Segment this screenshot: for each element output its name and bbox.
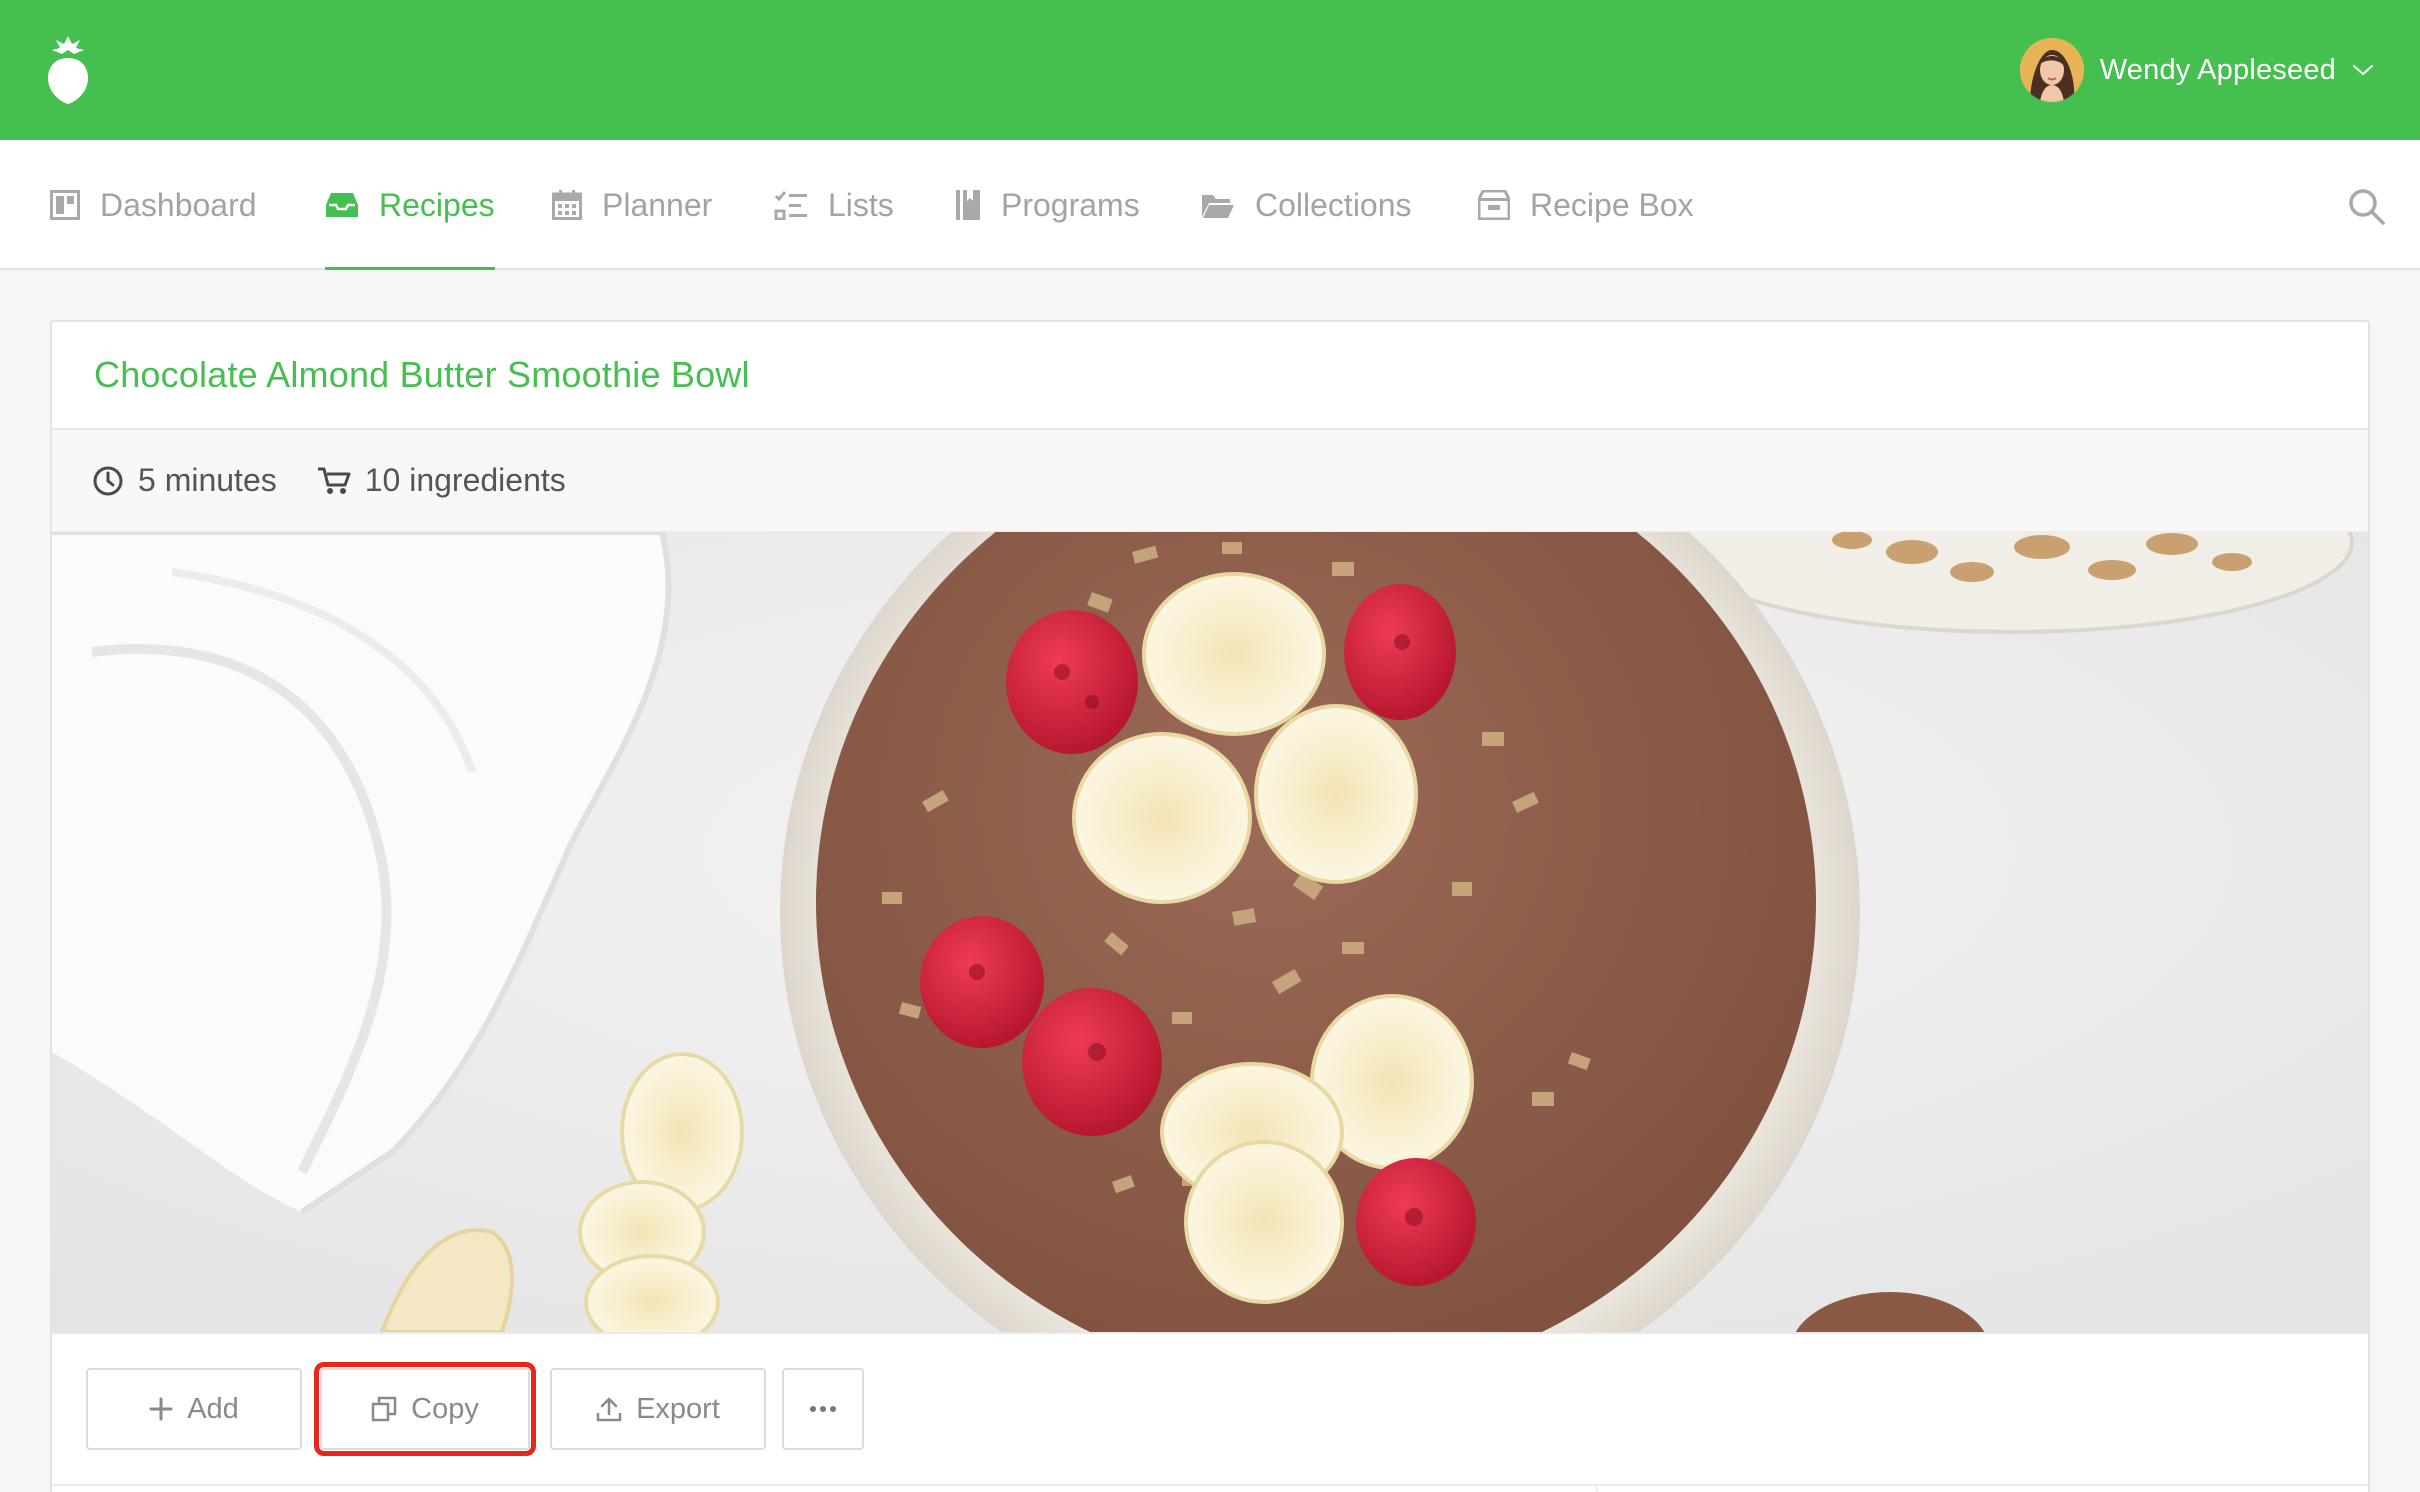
search-icon[interactable] <box>2346 186 2386 226</box>
nav-item-label: Recipes <box>379 186 495 223</box>
book-icon <box>956 190 980 220</box>
nav-item-lists[interactable]: Lists <box>774 140 894 270</box>
top-bar: Wendy Appleseed <box>0 0 2420 140</box>
folder-icon <box>1202 195 1234 218</box>
add-button-label: Add <box>187 1392 239 1425</box>
smoothie-bowl-photo <box>52 532 2368 1332</box>
nav-item-dashboard[interactable]: Dashboard <box>50 140 257 270</box>
copy-icon <box>371 1396 397 1422</box>
recipe-meta-bar: 5 minutes 10 ingredients <box>52 430 2368 532</box>
recipe-card: Chocolate Almond Butter Smoothie Bowl 5 … <box>50 320 2370 1492</box>
plus-icon <box>149 1397 173 1421</box>
nav-item-label: Dashboard <box>100 186 257 223</box>
recipe-time: 5 minutes <box>92 462 277 499</box>
recipes-tray-icon <box>326 193 358 217</box>
more-options-button[interactable] <box>782 1368 864 1450</box>
nav-item-programs[interactable]: Programs <box>955 140 1140 270</box>
strawberry-logo-icon[interactable] <box>46 34 90 106</box>
nav-item-label: Recipe Box <box>1530 186 1694 223</box>
nav-item-label: Planner <box>602 186 713 223</box>
export-button-label: Export <box>636 1392 720 1425</box>
export-button[interactable]: Export <box>550 1368 766 1450</box>
clock-icon <box>93 466 123 495</box>
avatar <box>2019 38 2084 102</box>
nav-item-recipes[interactable]: Recipes <box>325 140 495 270</box>
upload-icon <box>596 1397 622 1422</box>
copy-button-label: Copy <box>411 1392 479 1425</box>
recipe-ingredients-text: 10 ingredients <box>364 462 566 498</box>
calendar-icon <box>552 190 582 220</box>
recipe-title-bar: Chocolate Almond Butter Smoothie Bowl <box>52 322 2368 430</box>
chevron-down-icon <box>2352 64 2374 76</box>
more-dots-icon <box>810 1406 836 1412</box>
recipe-ingredients: 10 ingredients <box>317 462 566 499</box>
nav-item-recipe-box[interactable]: Recipe Box <box>1478 140 1694 270</box>
recipe-actions: Add Copy Export <box>52 1332 2368 1492</box>
shopping-cart-icon <box>317 467 351 494</box>
nav-item-label: Collections <box>1255 186 1412 223</box>
nav-item-collections[interactable]: Collections <box>1201 140 1412 270</box>
recipe-time-text: 5 minutes <box>138 462 277 498</box>
nav-item-planner[interactable]: Planner <box>552 140 712 270</box>
copy-button[interactable]: Copy <box>314 1362 536 1456</box>
checklist-icon <box>774 191 807 220</box>
user-name: Wendy Appleseed <box>2099 53 2336 86</box>
box-icon <box>1478 190 1510 220</box>
divider <box>1596 1484 1598 1492</box>
user-menu[interactable]: Wendy Appleseed <box>2019 36 2374 104</box>
dashboard-icon <box>50 190 80 220</box>
divider <box>52 1484 2368 1486</box>
recipe-title[interactable]: Chocolate Almond Butter Smoothie Bowl <box>94 354 750 396</box>
nav-item-label: Programs <box>1001 186 1140 223</box>
add-button[interactable]: Add <box>86 1368 302 1450</box>
nav-item-label: Lists <box>828 186 894 223</box>
main-nav: Dashboard Recipes Planner Lists Programs… <box>0 140 2420 270</box>
